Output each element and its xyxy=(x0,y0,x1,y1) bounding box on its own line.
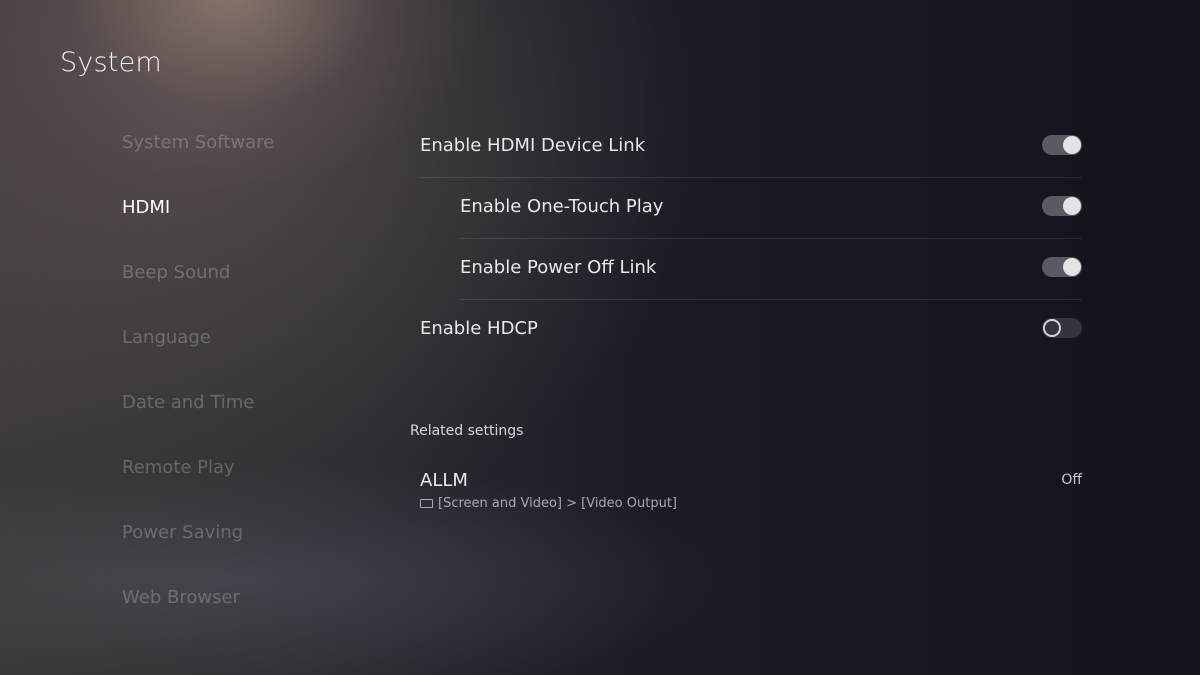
screen-icon xyxy=(420,499,433,508)
sidebar-item-web-browser[interactable]: Web Browser xyxy=(122,587,240,608)
sidebar-item-hdmi[interactable]: HDMI xyxy=(122,197,170,218)
toggle-knob xyxy=(1063,197,1081,215)
setting-row-hdcp[interactable]: Enable HDCP xyxy=(420,314,1082,375)
power-off-link-toggle[interactable] xyxy=(1042,257,1082,277)
divider xyxy=(460,299,1082,300)
sidebar-item-language[interactable]: Language xyxy=(122,327,211,348)
setting-label: Enable One-Touch Play xyxy=(460,196,664,217)
sidebar-item-power-saving[interactable]: Power Saving xyxy=(122,522,243,543)
setting-row-power-off-link[interactable]: Enable Power Off Link xyxy=(420,253,1082,314)
related-setting-path: [Screen and Video] > [Video Output] xyxy=(420,496,1082,511)
setting-label: Enable Power Off Link xyxy=(460,257,657,278)
one-touch-play-toggle[interactable] xyxy=(1042,196,1082,216)
related-setting-path-text: [Screen and Video] > [Video Output] xyxy=(438,496,677,511)
sidebar-item-system-software[interactable]: System Software xyxy=(122,132,274,153)
setting-label: Enable HDCP xyxy=(420,318,538,339)
toggle-knob xyxy=(1063,258,1081,276)
toggle-knob xyxy=(1043,319,1061,337)
page-title: System xyxy=(60,47,162,78)
setting-label: Enable HDMI Device Link xyxy=(420,135,646,156)
related-setting-allm[interactable]: ALLM Off [Screen and Video] > [Video Out… xyxy=(420,470,1082,511)
setting-row-hdmi-device-link[interactable]: Enable HDMI Device Link xyxy=(420,131,1082,192)
related-setting-value: Off xyxy=(1061,472,1082,488)
setting-row-one-touch-play[interactable]: Enable One-Touch Play xyxy=(420,192,1082,253)
hdmi-device-link-toggle[interactable] xyxy=(1042,135,1082,155)
toggle-knob xyxy=(1063,136,1081,154)
sidebar-item-remote-play[interactable]: Remote Play xyxy=(122,457,235,478)
related-settings-heading: Related settings xyxy=(410,423,524,439)
sidebar-item-date-and-time[interactable]: Date and Time xyxy=(122,392,254,413)
divider xyxy=(420,177,1082,178)
hdcp-toggle[interactable] xyxy=(1042,318,1082,338)
divider xyxy=(460,238,1082,239)
sidebar-item-beep-sound[interactable]: Beep Sound xyxy=(122,262,230,283)
related-setting-name: ALLM xyxy=(420,470,468,491)
